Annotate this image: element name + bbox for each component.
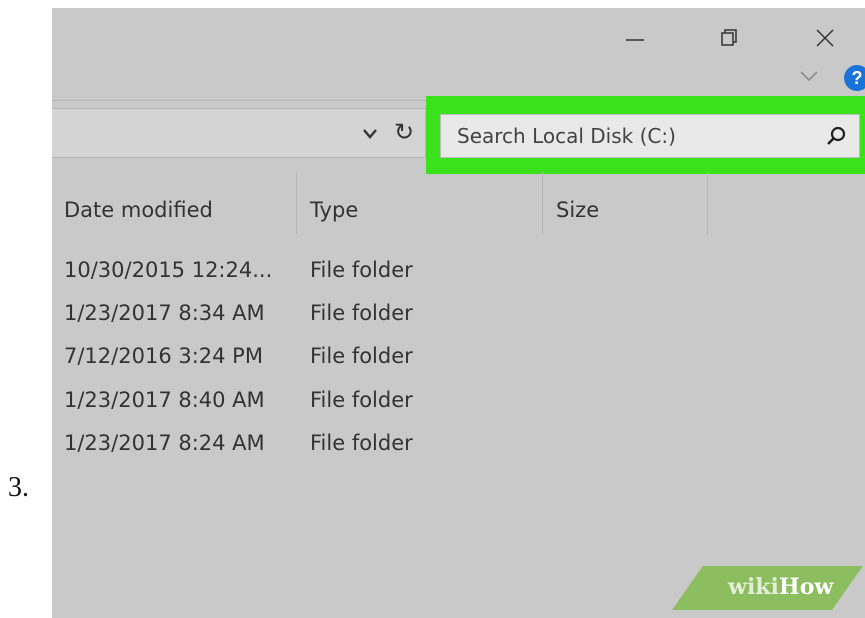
wikihow-watermark: wikiHow xyxy=(728,574,833,600)
column-header-size[interactable]: Size xyxy=(556,198,599,222)
row-date: 1/23/2017 8:40 AM xyxy=(64,388,265,412)
file-row[interactable]: 1/23/2017 8:24 AM File folder xyxy=(52,425,865,465)
chevron-down-icon xyxy=(800,71,818,82)
search-input[interactable] xyxy=(441,115,801,157)
address-bar[interactable]: ↻ xyxy=(52,108,426,158)
column-header-type[interactable]: Type xyxy=(310,198,358,222)
search-box[interactable] xyxy=(440,114,860,158)
search-button[interactable] xyxy=(825,125,847,152)
close-icon xyxy=(816,29,834,47)
column-separator[interactable] xyxy=(296,172,297,234)
help-button[interactable]: ? xyxy=(844,65,865,91)
row-type: File folder xyxy=(310,431,413,455)
step-number: 3. xyxy=(8,472,29,503)
address-dropdown-button[interactable] xyxy=(362,127,378,146)
row-date: 1/23/2017 8:34 AM xyxy=(64,301,265,325)
column-separator[interactable] xyxy=(707,172,708,234)
file-row[interactable]: 1/23/2017 8:34 AM File folder xyxy=(52,295,865,335)
row-type: File folder xyxy=(310,388,413,412)
watermark-how: How xyxy=(778,574,834,600)
watermark-wiki: wiki xyxy=(728,574,779,600)
row-type: File folder xyxy=(310,301,413,325)
ribbon-collapse-button[interactable] xyxy=(795,62,823,95)
column-header-date-modified[interactable]: Date modified xyxy=(64,198,213,222)
column-separator[interactable] xyxy=(542,172,543,234)
maximize-button[interactable] xyxy=(706,16,752,60)
restore-icon xyxy=(721,29,737,46)
row-date: 1/23/2017 8:24 AM xyxy=(64,431,265,455)
file-row[interactable]: 10/30/2015 12:24... File folder xyxy=(52,252,865,292)
file-explorer-window: ? ↻ Date modified Type Size 10/30/2015 1… xyxy=(52,8,865,618)
refresh-button[interactable]: ↻ xyxy=(394,121,414,145)
row-date: 7/12/2016 3:24 PM xyxy=(64,344,263,368)
file-row[interactable]: 7/12/2016 3:24 PM File folder xyxy=(52,338,865,378)
minimize-button[interactable] xyxy=(612,16,658,60)
chevron-down-icon xyxy=(363,129,377,139)
row-date: 10/30/2015 12:24... xyxy=(64,258,273,282)
minimize-icon xyxy=(626,39,644,41)
search-icon xyxy=(827,126,846,145)
file-row[interactable]: 1/23/2017 8:40 AM File folder xyxy=(52,382,865,422)
row-type: File folder xyxy=(310,258,413,282)
close-button[interactable] xyxy=(802,16,848,60)
row-type: File folder xyxy=(310,344,413,368)
